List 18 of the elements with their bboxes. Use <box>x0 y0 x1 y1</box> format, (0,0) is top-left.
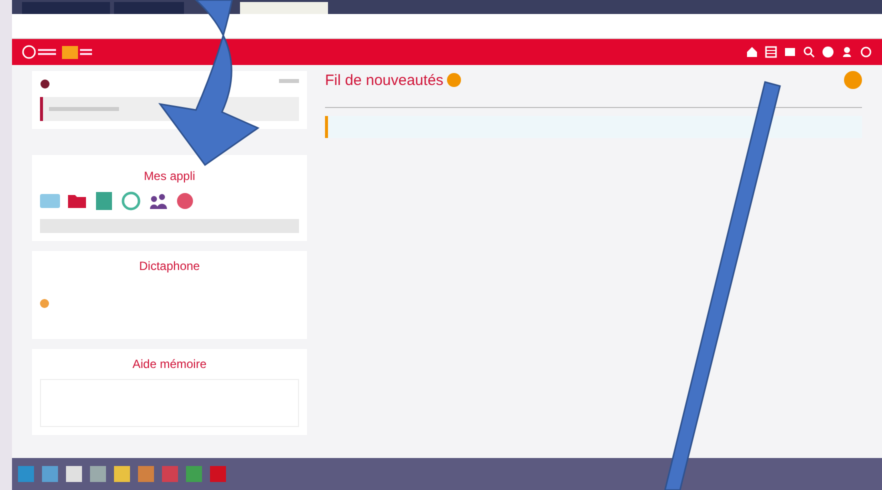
card-app-icon[interactable] <box>40 191 60 211</box>
apps-title: Mes appli <box>142 169 196 183</box>
memo-title: Aide mémoire <box>131 357 208 371</box>
record-icon[interactable] <box>40 299 49 308</box>
address-bar[interactable] <box>12 14 882 39</box>
dictaphone-title: Dictaphone <box>138 259 201 273</box>
grid-icon[interactable] <box>765 46 777 58</box>
feed-button[interactable] <box>844 71 862 89</box>
contact-app-icon[interactable] <box>94 191 114 211</box>
count-badge <box>447 73 462 87</box>
home-icon[interactable] <box>746 46 758 58</box>
feed-title: Fil de nouveautés <box>325 72 444 88</box>
user-icon[interactable] <box>841 46 853 58</box>
mail-icon[interactable] <box>784 46 796 58</box>
search-icon[interactable] <box>803 46 815 58</box>
settings-icon[interactable] <box>40 79 50 89</box>
blurred-label <box>279 79 299 83</box>
people-app-icon[interactable] <box>148 191 168 211</box>
